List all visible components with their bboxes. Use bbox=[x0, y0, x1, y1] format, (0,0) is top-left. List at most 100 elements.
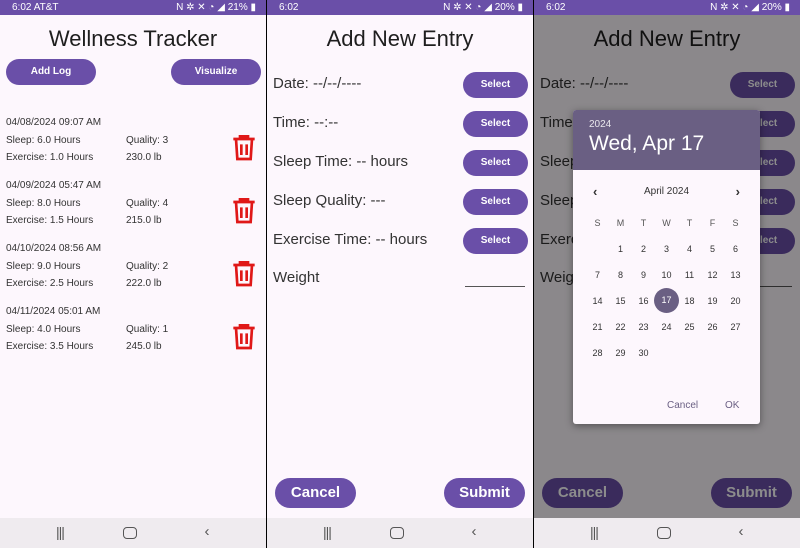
calendar-day[interactable]: 29 bbox=[609, 340, 632, 366]
log-weight: 230.0 lb bbox=[126, 152, 162, 163]
log-sleep: Sleep: 9.0 Hours bbox=[6, 261, 81, 272]
field-label: Exercise Time: -- hours bbox=[273, 231, 428, 248]
weight-label: Weight bbox=[273, 269, 320, 286]
weekday-label: T bbox=[640, 218, 647, 228]
dialog-ok-button[interactable]: OK bbox=[725, 400, 739, 411]
log-sleep: Sleep: 4.0 Hours bbox=[6, 324, 81, 335]
selected-year[interactable]: 2024 bbox=[589, 119, 611, 130]
field-label: Sleep Quality: --- bbox=[273, 192, 386, 209]
calendar-day[interactable]: 12 bbox=[701, 262, 724, 288]
trash-icon[interactable] bbox=[228, 257, 260, 289]
select-button[interactable]: Select bbox=[463, 189, 528, 215]
calendar-day[interactable]: 5 bbox=[701, 236, 724, 262]
calendar-day[interactable]: 25 bbox=[678, 314, 701, 340]
trash-icon[interactable] bbox=[228, 194, 260, 226]
calendar-day[interactable]: 27 bbox=[724, 314, 747, 340]
field-label: Sleep Time: -- hours bbox=[273, 153, 409, 170]
calendar-day[interactable]: 7 bbox=[586, 262, 609, 288]
status-icons: N ✲ ✕ ◔ ◢ 20% ▮ bbox=[443, 2, 523, 13]
status-carrier: AT&T bbox=[33, 2, 59, 13]
calendar-day[interactable]: 13 bbox=[724, 262, 747, 288]
log-weight: 245.0 lb bbox=[126, 341, 162, 352]
calendar-day[interactable]: 1 bbox=[609, 236, 632, 262]
date-picker-header: 2024 Wed, Apr 17 bbox=[573, 110, 760, 170]
nav-bar: ||| ‹ bbox=[267, 518, 533, 548]
trash-icon[interactable] bbox=[228, 320, 260, 352]
recent-apps-button[interactable]: ||| bbox=[50, 524, 70, 540]
log-quality: Quality: 2 bbox=[126, 261, 169, 272]
calendar-day[interactable]: 30 bbox=[632, 340, 655, 366]
recent-apps-button[interactable]: ||| bbox=[317, 524, 337, 540]
calendar-day[interactable]: 23 bbox=[632, 314, 655, 340]
calendar-day[interactable]: 2 bbox=[632, 236, 655, 262]
status-bar: 6:02 N ✲ ✕ ◔ ◢ 20% ▮ bbox=[534, 0, 800, 15]
calendar-day[interactable]: 19 bbox=[701, 288, 724, 314]
weight-input[interactable] bbox=[465, 268, 525, 284]
calendar-day[interactable]: 14 bbox=[586, 288, 609, 314]
log-quality: Quality: 3 bbox=[126, 135, 169, 146]
weekday-label: M bbox=[616, 218, 625, 228]
add-log-button[interactable]: Add Log bbox=[6, 59, 96, 85]
weekday-label: S bbox=[594, 218, 601, 228]
submit-button[interactable]: Submit bbox=[444, 478, 525, 508]
log-weight: 222.0 lb bbox=[126, 278, 162, 289]
calendar-day[interactable]: 15 bbox=[609, 288, 632, 314]
add-entry-screen: 6:02 N ✲ ✕ ◔ ◢ 20% ▮ Add New Entry Date:… bbox=[267, 0, 533, 548]
weekday-label: S bbox=[732, 218, 739, 228]
home-button[interactable] bbox=[390, 527, 404, 539]
calendar-day[interactable]: 3 bbox=[655, 236, 678, 262]
back-button[interactable]: ‹ bbox=[197, 523, 217, 540]
calendar-day[interactable]: 10 bbox=[655, 262, 678, 288]
log-timestamp: 04/11/2024 05:01 AM bbox=[6, 306, 101, 317]
log-quality: Quality: 4 bbox=[126, 198, 169, 209]
calendar-day[interactable]: 26 bbox=[701, 314, 724, 340]
visualize-button[interactable]: Visualize bbox=[171, 59, 261, 85]
calendar-day[interactable]: 16 bbox=[632, 288, 655, 314]
log-quality: Quality: 1 bbox=[126, 324, 169, 335]
log-exercise: Exercise: 3.5 Hours bbox=[6, 341, 94, 352]
back-button[interactable]: ‹ bbox=[464, 523, 484, 540]
select-button[interactable]: Select bbox=[463, 72, 528, 98]
home-button[interactable] bbox=[657, 527, 671, 539]
select-button[interactable]: Select bbox=[463, 150, 528, 176]
status-icons: N ✲ ✕ ◔ ◢ 20% ▮ bbox=[710, 2, 790, 13]
status-bar: 6:02 N ✲ ✕ ◔ ◢ 20% ▮ bbox=[267, 0, 533, 15]
calendar-day[interactable]: 9 bbox=[632, 262, 655, 288]
calendar-day[interactable]: 11 bbox=[678, 262, 701, 288]
dialog-cancel-button[interactable]: Cancel bbox=[667, 400, 698, 411]
field-label: Date: --/--/---- bbox=[273, 75, 362, 92]
calendar-day-selected[interactable]: 17 bbox=[654, 288, 679, 313]
select-button[interactable]: Select bbox=[463, 111, 528, 137]
log-timestamp: 04/10/2024 08:56 AM bbox=[6, 243, 102, 254]
cancel-button[interactable]: Cancel bbox=[275, 478, 356, 508]
recent-apps-button[interactable]: ||| bbox=[584, 524, 604, 540]
chevron-right-icon[interactable]: › bbox=[736, 184, 740, 199]
calendar-day[interactable]: 4 bbox=[678, 236, 701, 262]
log-exercise: Exercise: 2.5 Hours bbox=[6, 278, 94, 289]
weight-input-underline bbox=[465, 286, 525, 287]
select-button[interactable]: Select bbox=[463, 228, 528, 254]
weekday-label: F bbox=[709, 218, 716, 228]
status-bar: 6:02 AT&T N ✲ ✕ ◔ ◢ 21% ▮ bbox=[0, 0, 266, 15]
calendar-day[interactable]: 24 bbox=[655, 314, 678, 340]
calendar-day[interactable]: 22 bbox=[609, 314, 632, 340]
log-exercise: Exercise: 1.5 Hours bbox=[6, 215, 94, 226]
trash-icon[interactable] bbox=[228, 131, 260, 163]
calendar-day[interactable]: 6 bbox=[724, 236, 747, 262]
log-weight: 215.0 lb bbox=[126, 215, 162, 226]
month-label: April 2024 bbox=[643, 186, 690, 197]
calendar-day[interactable]: 20 bbox=[724, 288, 747, 314]
calendar-day[interactable]: 18 bbox=[678, 288, 701, 314]
nav-bar: ||| ‹ bbox=[534, 518, 800, 548]
back-button[interactable]: ‹ bbox=[731, 523, 751, 540]
page-title: Wellness Tracker bbox=[48, 26, 218, 51]
home-button[interactable] bbox=[123, 527, 137, 539]
field-label: Time: --:-- bbox=[273, 114, 339, 131]
log-exercise: Exercise: 1.0 Hours bbox=[6, 152, 94, 163]
weekday-label: W bbox=[662, 218, 671, 228]
calendar-day[interactable]: 21 bbox=[586, 314, 609, 340]
calendar-day[interactable]: 8 bbox=[609, 262, 632, 288]
log-timestamp: 04/08/2024 09:07 AM bbox=[6, 117, 102, 128]
calendar-day[interactable]: 28 bbox=[586, 340, 609, 366]
date-picker-dialog: 2024 Wed, Apr 17 ‹ April 2024 › SMTWTFS1… bbox=[573, 110, 760, 424]
